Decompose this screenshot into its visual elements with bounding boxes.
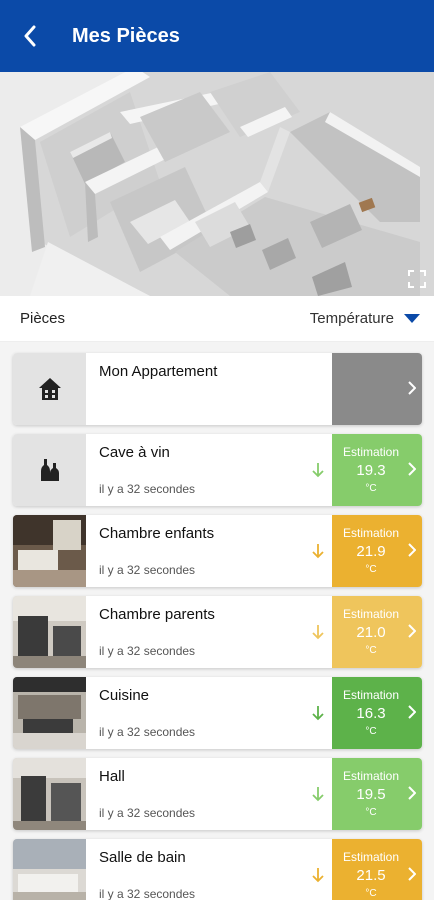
estimation-label: Estimation: [342, 607, 400, 621]
arrow-down-icon: [312, 706, 324, 721]
estimation-unit: °C: [365, 483, 377, 494]
estimation-value: 21.9: [356, 543, 386, 560]
arrow-down-icon: [312, 868, 324, 883]
room-name: Salle de bain: [99, 849, 186, 866]
arrow-down-icon: [312, 787, 324, 802]
page-title: Mes Pièces: [72, 24, 180, 47]
rooms-label: Pièces: [20, 310, 66, 327]
room-last-update: il y a 32 secondes: [99, 887, 196, 900]
arrow-down-icon: [312, 463, 324, 478]
dropdown-caret-icon: [404, 314, 420, 323]
chevron-right-icon: [408, 705, 416, 719]
room-row-mon-appartement[interactable]: Mon Appartement: [13, 353, 422, 425]
room-last-update: il y a 32 secondes: [99, 725, 196, 739]
room-thumbnail: [13, 434, 86, 506]
room-name: Mon Appartement: [99, 363, 218, 380]
estimation-unit: °C: [365, 726, 377, 737]
room-name: Cave à vin: [99, 444, 170, 461]
house-icon: [38, 378, 61, 400]
room-photo: [13, 677, 86, 749]
room-photo: [13, 596, 86, 668]
room-name: Chambre enfants: [99, 525, 215, 542]
room-row-hall[interactable]: Hall il y a 32 secondes Estimation 19.5 …: [13, 758, 422, 830]
estimation-label: Estimation: [342, 688, 400, 702]
estimation-unit: °C: [365, 645, 377, 656]
room-estimation-panel[interactable]: [332, 353, 422, 425]
estimation-label: Estimation: [342, 526, 400, 540]
estimation-unit: °C: [365, 888, 377, 899]
room-row-salle-de-bain[interactable]: Salle de bain il y a 32 secondes Estimat…: [13, 839, 422, 900]
back-button[interactable]: [0, 0, 60, 72]
app-bar: Mes Pièces: [0, 0, 434, 72]
room-row-cave-a-vin[interactable]: Cave à vin il y a 32 secondes Estimation…: [13, 434, 422, 506]
estimation-value: 21.0: [356, 624, 386, 641]
arrow-down-icon: [312, 625, 324, 640]
room-photo: [13, 758, 86, 830]
floor-plan-3d[interactable]: [0, 72, 434, 296]
room-row-cuisine[interactable]: Cuisine il y a 32 secondes Estimation 16…: [13, 677, 422, 749]
room-last-update: il y a 32 secondes: [99, 563, 196, 577]
room-list: Mon Appartement Cave à vin il y a 32 sec…: [0, 342, 434, 900]
room-last-update: il y a 32 secondes: [99, 644, 196, 658]
wine-bottles-icon: [40, 459, 59, 481]
sort-dropdown[interactable]: Température: [310, 310, 420, 327]
room-estimation-panel[interactable]: Estimation 21.0 °C: [332, 596, 422, 668]
chevron-right-icon: [408, 867, 416, 881]
room-thumbnail: [13, 353, 86, 425]
estimation-label: Estimation: [342, 769, 400, 783]
room-estimation-panel[interactable]: Estimation 21.9 °C: [332, 515, 422, 587]
chevron-right-icon: [408, 624, 416, 638]
room-row-chambre-parents[interactable]: Chambre parents il y a 32 secondes Estim…: [13, 596, 422, 668]
estimation-label: Estimation: [342, 850, 400, 864]
chevron-left-icon: [24, 25, 36, 47]
estimation-unit: °C: [365, 807, 377, 818]
chevron-right-icon: [408, 381, 416, 395]
sort-label: Température: [309, 310, 394, 327]
room-estimation-panel[interactable]: Estimation 21.5 °C: [332, 839, 422, 900]
room-estimation-panel[interactable]: Estimation 19.5 °C: [332, 758, 422, 830]
estimation-value: 19.3: [356, 462, 386, 479]
floor-plan-illustration: [0, 72, 434, 296]
room-last-update: il y a 32 secondes: [99, 482, 196, 496]
room-name: Cuisine: [99, 687, 150, 704]
chevron-right-icon: [408, 786, 416, 800]
estimation-value: 16.3: [356, 705, 386, 722]
room-estimation-panel[interactable]: Estimation 16.3 °C: [332, 677, 422, 749]
room-name: Hall: [99, 768, 125, 785]
chevron-right-icon: [408, 543, 416, 557]
filter-bar: Pièces Température: [0, 296, 434, 342]
room-row-chambre-enfants[interactable]: Chambre enfants il y a 32 secondes Estim…: [13, 515, 422, 587]
estimation-unit: °C: [365, 564, 377, 575]
chevron-right-icon: [408, 462, 416, 476]
room-photo: [13, 515, 86, 587]
estimation-value: 19.5: [356, 786, 386, 803]
fullscreen-icon[interactable]: [408, 270, 426, 288]
room-name: Chambre parents: [99, 606, 215, 623]
estimation-value: 21.5: [356, 867, 386, 884]
room-estimation-panel[interactable]: Estimation 19.3 °C: [332, 434, 422, 506]
estimation-label: Estimation: [342, 445, 400, 459]
arrow-down-icon: [312, 544, 324, 559]
room-photo: [13, 839, 86, 900]
room-last-update: il y a 32 secondes: [99, 806, 196, 820]
